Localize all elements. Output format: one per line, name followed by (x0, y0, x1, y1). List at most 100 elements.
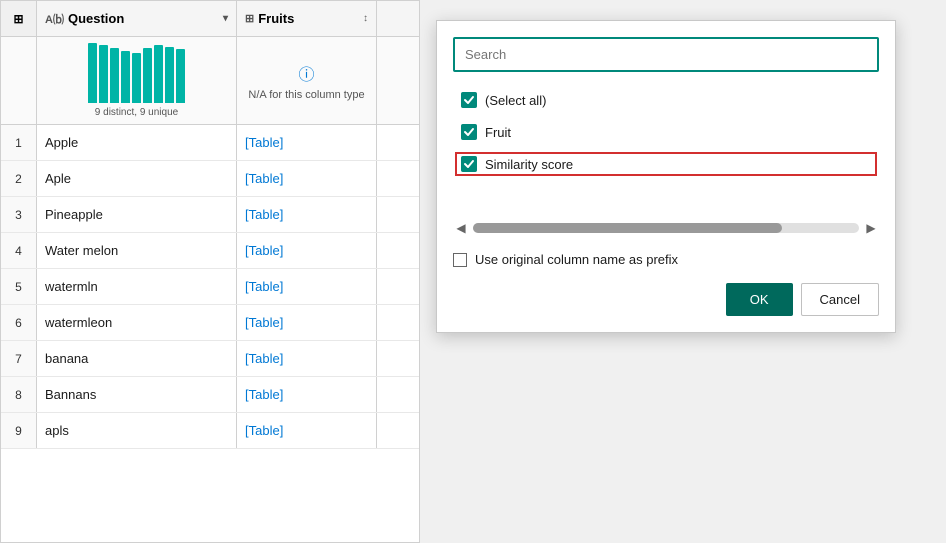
use-original-checkbox[interactable] (453, 253, 467, 267)
bar-7 (154, 45, 163, 103)
fruits-col-name: Fruits (258, 11, 359, 26)
table-link[interactable]: [Table] (245, 315, 283, 330)
hist-q-cell: 9 distinct, 9 unique (37, 37, 237, 124)
search-input[interactable] (453, 37, 879, 72)
fruits-cell[interactable]: [Table] (237, 125, 377, 160)
fruits-cell[interactable]: [Table] (237, 341, 377, 376)
fruits-cell[interactable]: [Table] (237, 197, 377, 232)
main-container: ⊞ A⒝ Question ▾ ⊞ Fruits ↕ (0, 0, 946, 543)
hist-fruits-cell: ⓘ N/A for this column type (237, 37, 377, 124)
histogram-row: 9 distinct, 9 unique ⓘ N/A for this colu… (1, 37, 419, 125)
table-link[interactable]: [Table] (245, 423, 283, 438)
check-fruit[interactable] (461, 124, 477, 140)
bar-2 (99, 45, 108, 103)
row-num-cell: 3 (1, 197, 37, 232)
fruits-cell[interactable]: [Table] (237, 269, 377, 304)
question-cell: Water melon (37, 233, 237, 268)
table-link[interactable]: [Table] (245, 243, 283, 258)
fruits-type-icon: ⊞ (245, 12, 254, 25)
table-row: 5 watermln [Table] (1, 269, 419, 305)
info-icon: ⓘ (298, 61, 314, 85)
row-num-cell: 7 (1, 341, 37, 376)
na-text: N/A for this column type (248, 89, 364, 101)
row-num-header: ⊞ (1, 1, 37, 36)
question-type-icon: A⒝ (45, 11, 64, 27)
fruits-sort-icon[interactable]: ↕ (363, 13, 368, 24)
row-num-cell: 6 (1, 305, 37, 340)
question-cell: Apple (37, 125, 237, 160)
table-row: 1 Apple [Table] (1, 125, 419, 161)
question-col-header[interactable]: A⒝ Question ▾ (37, 1, 237, 36)
cancel-button[interactable]: Cancel (801, 283, 879, 316)
data-rows: 1 Apple [Table] 2 Aple [Table] 3 Pineapp… (1, 125, 419, 449)
question-cell: watermleon (37, 305, 237, 340)
table-row: 4 Water melon [Table] (1, 233, 419, 269)
fruits-cell[interactable]: [Table] (237, 377, 377, 412)
check-similarity[interactable] (461, 156, 477, 172)
question-cell: Bannans (37, 377, 237, 412)
row-num-cell: 9 (1, 413, 37, 448)
bar-6 (143, 48, 152, 103)
row-num-cell: 8 (1, 377, 37, 412)
table-link[interactable]: [Table] (245, 351, 283, 366)
checkbox-similarity[interactable]: Similarity score (455, 152, 877, 176)
ok-button[interactable]: OK (726, 283, 793, 316)
table-header: ⊞ A⒝ Question ▾ ⊞ Fruits ↕ (1, 1, 419, 37)
fruits-cell[interactable]: [Table] (237, 161, 377, 196)
question-cell: Aple (37, 161, 237, 196)
checkbox-list: (Select all) Fruit (453, 84, 879, 204)
use-original-label: Use original column name as prefix (475, 252, 678, 267)
hist-num-cell (1, 37, 37, 124)
bar-8 (165, 47, 174, 103)
checkbox-fruit[interactable]: Fruit (455, 120, 877, 144)
table-link[interactable]: [Table] (245, 387, 283, 402)
fruits-cell[interactable]: [Table] (237, 305, 377, 340)
table-row: 9 apls [Table] (1, 413, 419, 449)
row-num-cell: 2 (1, 161, 37, 196)
scroll-left-arrow[interactable]: ◀ (453, 220, 469, 236)
row-num-cell: 5 (1, 269, 37, 304)
right-panel: (Select all) Fruit (420, 0, 946, 543)
checkbox-select-all[interactable]: (Select all) (455, 88, 877, 112)
grid-icon: ⊞ (13, 12, 23, 26)
bar-9 (176, 49, 185, 103)
filter-dialog: (Select all) Fruit (436, 20, 896, 333)
label-fruit: Fruit (485, 125, 511, 140)
label-similarity: Similarity score (485, 157, 573, 172)
table-row: 7 banana [Table] (1, 341, 419, 377)
scrollbar-area: ◀ ▶ (453, 216, 879, 240)
label-select-all: (Select all) (485, 93, 546, 108)
table-row: 2 Aple [Table] (1, 161, 419, 197)
question-dropdown-icon[interactable]: ▾ (223, 13, 228, 24)
row-num-cell: 1 (1, 125, 37, 160)
bar-1 (88, 43, 97, 103)
check-select-all[interactable] (461, 92, 477, 108)
table-link[interactable]: [Table] (245, 207, 283, 222)
table-row: 3 Pineapple [Table] (1, 197, 419, 233)
table-area: ⊞ A⒝ Question ▾ ⊞ Fruits ↕ (0, 0, 420, 543)
table-link[interactable]: [Table] (245, 135, 283, 150)
fruits-col-header[interactable]: ⊞ Fruits ↕ (237, 1, 377, 36)
fruits-cell[interactable]: [Table] (237, 413, 377, 448)
table-link[interactable]: [Table] (245, 171, 283, 186)
question-cell: banana (37, 341, 237, 376)
scroll-thumb[interactable] (473, 223, 782, 233)
table-row: 8 Bannans [Table] (1, 377, 419, 413)
bar-5 (132, 53, 141, 103)
question-cell: watermln (37, 269, 237, 304)
bar-3 (110, 48, 119, 103)
question-col-name: Question (68, 11, 219, 26)
table-link[interactable]: [Table] (245, 279, 283, 294)
bar-chart (88, 43, 185, 103)
fruits-cell[interactable]: [Table] (237, 233, 377, 268)
hist-label: 9 distinct, 9 unique (95, 107, 178, 118)
scroll-right-arrow[interactable]: ▶ (863, 220, 879, 236)
scroll-track[interactable] (473, 223, 859, 233)
bar-4 (121, 51, 130, 103)
table-row: 6 watermleon [Table] (1, 305, 419, 341)
question-cell: apls (37, 413, 237, 448)
row-num-cell: 4 (1, 233, 37, 268)
dialog-buttons: OK Cancel (453, 279, 879, 316)
use-original-row[interactable]: Use original column name as prefix (453, 252, 879, 267)
question-cell: Pineapple (37, 197, 237, 232)
